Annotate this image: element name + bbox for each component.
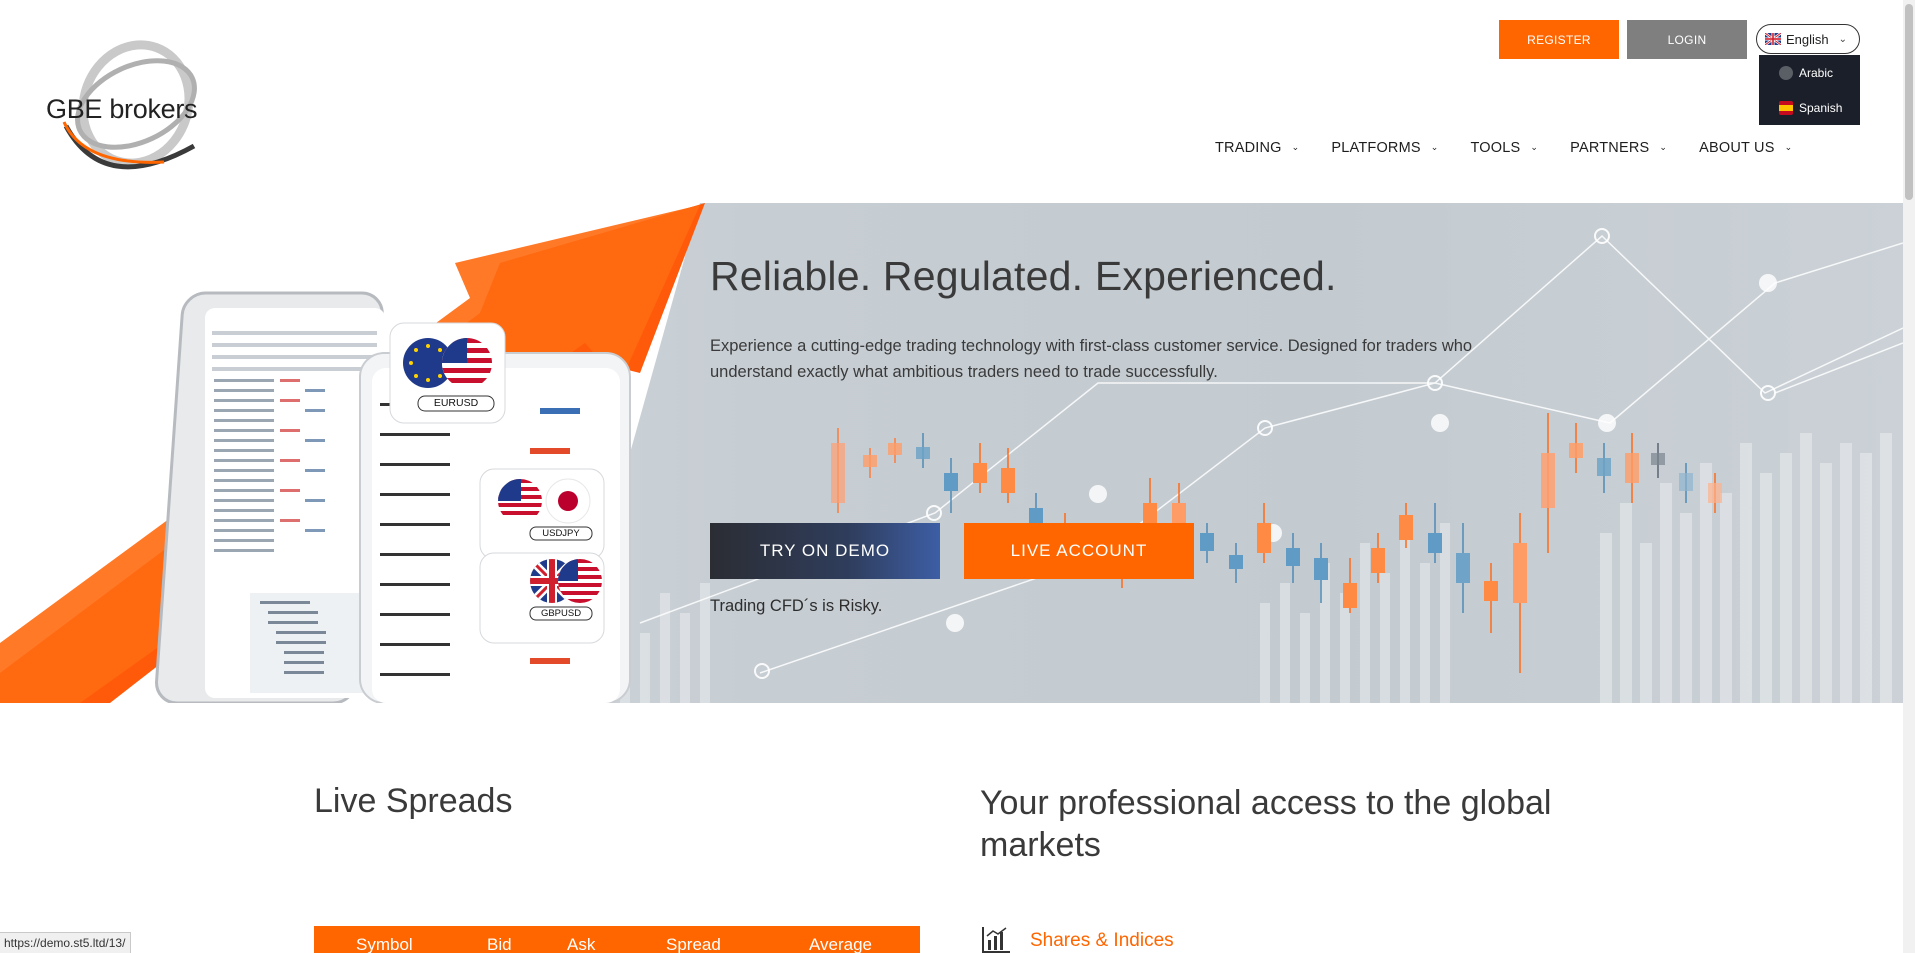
- logo-text: GBE brokers: [46, 94, 198, 124]
- language-dropdown: Arabic Spanish: [1759, 55, 1860, 125]
- browser-status-url: https://demo.st5.ltd/13/: [0, 932, 132, 953]
- spreads-table-header: Symbol Bid Ask Spread Average: [314, 926, 920, 953]
- nav-item-trading[interactable]: TRADING ⌄: [1215, 140, 1299, 156]
- chevron-down-icon: ⌄: [1784, 141, 1793, 152]
- login-button[interactable]: LOGIN: [1627, 20, 1747, 59]
- page-scrollbar-thumb[interactable]: [1905, 4, 1913, 200]
- live-spreads-title: Live Spreads: [314, 782, 513, 820]
- chevron-down-icon: ⌄: [1838, 33, 1848, 45]
- uk-flag-icon: [1765, 33, 1781, 45]
- badge-label-eurusd: EURUSD: [433, 397, 479, 409]
- nav-label: TRADING: [1215, 140, 1282, 156]
- hero-banner: EURUSD USDJPY GBPUSD Reliable. Regulated…: [0, 203, 1903, 703]
- badge-label-gbpusd: GBPUSD: [540, 608, 582, 619]
- nav-label: PLATFORMS: [1331, 140, 1421, 156]
- badge-label-usdjpy: USDJPY: [542, 528, 580, 539]
- main-nav: TRADING ⌄ PLATFORMS ⌄ TOOLS ⌄ PARTNERS ⌄…: [1215, 140, 1824, 156]
- global-markets-title: Your professional access to the global m…: [980, 784, 1552, 864]
- chevron-down-icon: ⌄: [1659, 141, 1668, 152]
- column-header-spread: Spread: [666, 935, 721, 953]
- arabic-flag-icon: [1779, 65, 1793, 80]
- language-selected: English: [1786, 31, 1829, 47]
- try-on-demo-button[interactable]: TRY ON DEMO: [710, 523, 940, 579]
- nav-label: ABOUT US: [1699, 140, 1775, 156]
- column-header-symbol: Symbol: [356, 935, 413, 953]
- hero-title: Reliable. Regulated. Experienced.: [710, 253, 1337, 299]
- column-header-bid: Bid: [487, 935, 512, 953]
- language-select[interactable]: English ⌄: [1756, 24, 1860, 54]
- nav-item-about-us[interactable]: ABOUT US ⌄: [1699, 140, 1792, 156]
- nav-label: TOOLS: [1470, 140, 1521, 156]
- live-account-button[interactable]: LIVE ACCOUNT: [964, 523, 1194, 579]
- language-option-arabic[interactable]: Arabic: [1759, 55, 1860, 90]
- shares-indices-link[interactable]: Shares & Indices: [1030, 930, 1174, 952]
- chevron-down-icon: ⌄: [1291, 141, 1300, 152]
- language-option-label: Arabic: [1799, 65, 1834, 80]
- language-option-spanish[interactable]: Spanish: [1759, 90, 1860, 125]
- nav-item-partners[interactable]: PARTNERS ⌄: [1570, 140, 1667, 156]
- logo[interactable]: GBE brokers: [44, 26, 224, 174]
- nav-item-platforms[interactable]: PLATFORMS ⌄: [1331, 140, 1438, 156]
- hero-description: Experience a cutting-edge trading techno…: [710, 337, 1473, 381]
- column-header-ask: Ask: [567, 935, 596, 953]
- register-button[interactable]: REGISTER: [1499, 20, 1619, 59]
- site-header: GBE brokers REGISTER LOGIN English ⌄ Ara…: [0, 0, 1903, 203]
- risk-warning: Trading CFD´s is Risky.: [710, 597, 883, 615]
- spanish-flag-icon: [1779, 100, 1793, 115]
- column-header-average: Average: [809, 935, 873, 953]
- shares-chart-icon: [982, 927, 1010, 953]
- nav-item-tools[interactable]: TOOLS ⌄: [1471, 140, 1539, 156]
- chevron-down-icon: ⌄: [1530, 141, 1539, 152]
- nav-label: PARTNERS: [1570, 140, 1650, 156]
- language-option-label: Spanish: [1799, 100, 1843, 115]
- chevron-down-icon: ⌄: [1430, 141, 1439, 152]
